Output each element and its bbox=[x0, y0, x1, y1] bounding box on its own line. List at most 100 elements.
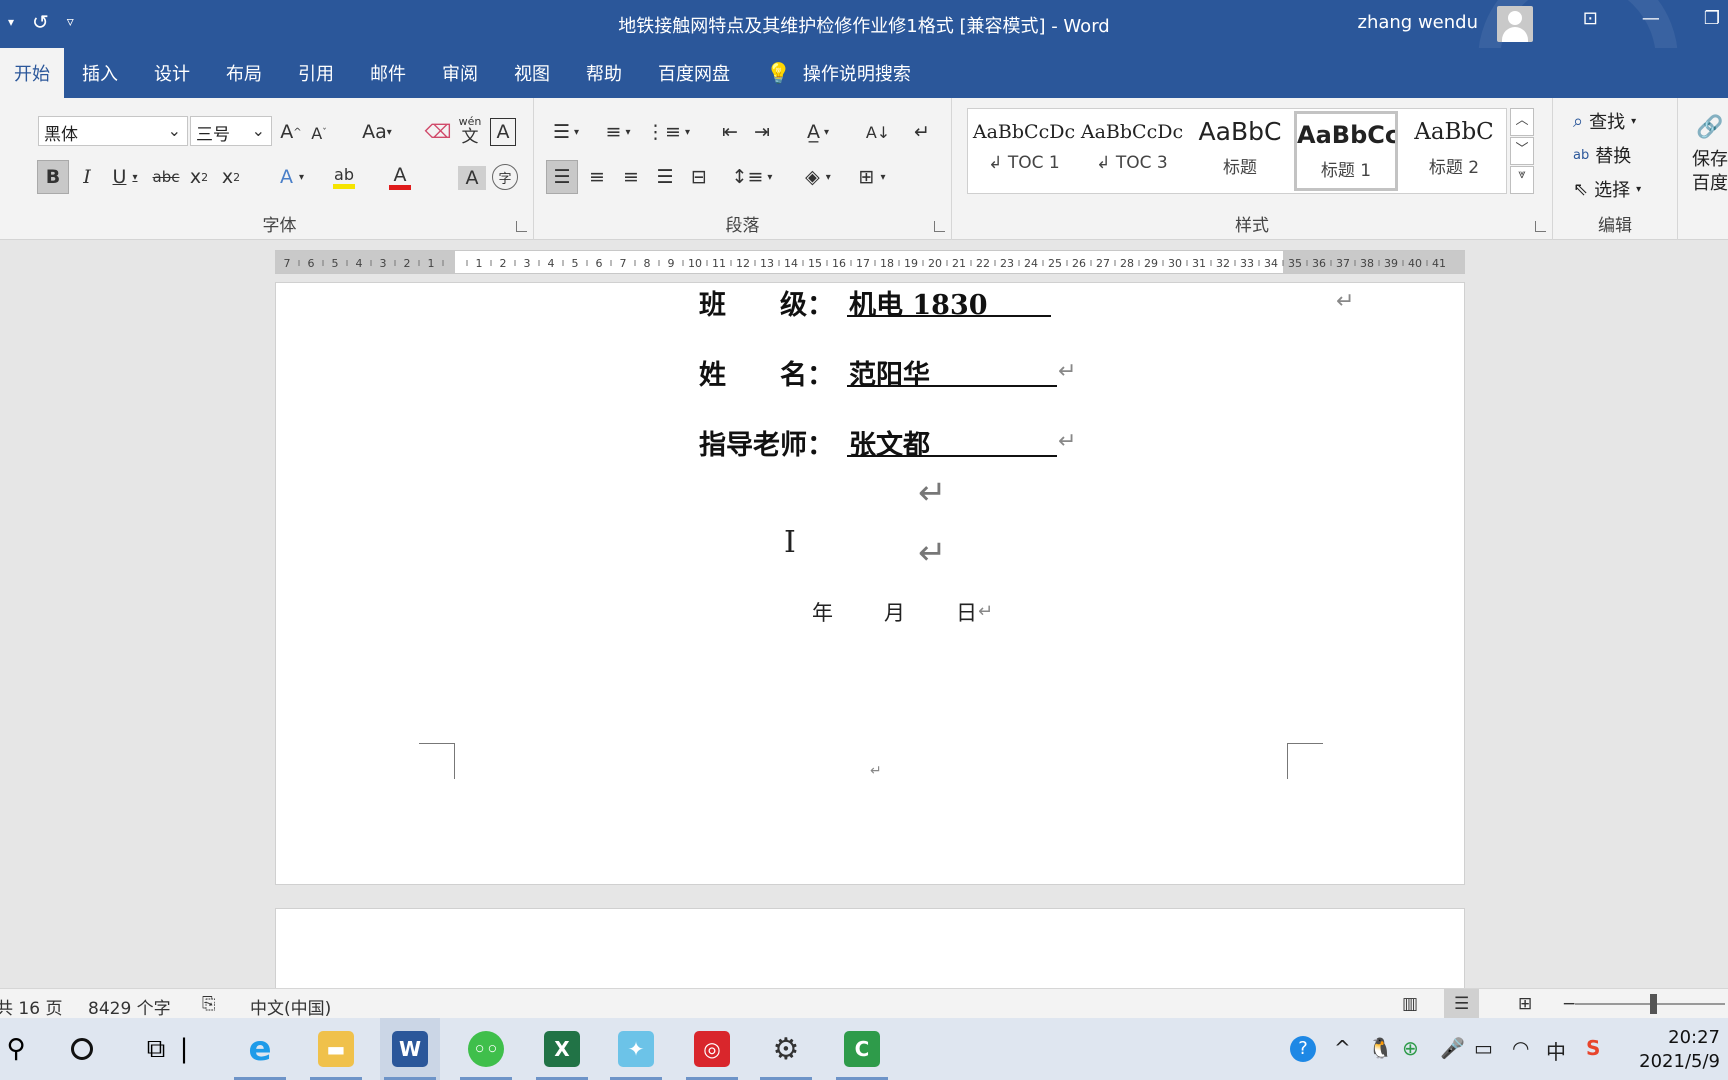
subscript-button[interactable]: x2 bbox=[184, 160, 214, 194]
battery-icon[interactable]: ▭ bbox=[1474, 1036, 1493, 1060]
ime-indicator[interactable]: 中 bbox=[1546, 1036, 1566, 1065]
settings-gear-icon[interactable]: ⚙ bbox=[756, 1018, 816, 1080]
highlight-button[interactable]: ab bbox=[322, 160, 366, 194]
find-button[interactable]: ⌕ 查找 ▾ bbox=[1573, 108, 1636, 134]
replace-button[interactable]: ab 替换 bbox=[1573, 142, 1631, 168]
avatar[interactable] bbox=[1497, 6, 1533, 42]
proofing-icon[interactable]: ⎘ bbox=[202, 994, 216, 1014]
font-color-button[interactable]: A bbox=[378, 160, 422, 194]
excel-app-icon[interactable]: X bbox=[532, 1018, 592, 1080]
italic-button[interactable]: I bbox=[72, 160, 102, 194]
shield-icon[interactable]: ⊕ bbox=[1402, 1036, 1419, 1060]
camtasia-icon[interactable]: C bbox=[832, 1018, 892, 1080]
file-explorer-icon[interactable]: ▬ bbox=[306, 1018, 366, 1080]
gallery-up-icon[interactable]: ︿ bbox=[1510, 108, 1534, 136]
strikethrough-button[interactable]: abc bbox=[150, 160, 182, 194]
shrink-font-button[interactable]: Aˇ bbox=[306, 120, 332, 146]
ie-icon[interactable]: e bbox=[230, 1018, 290, 1080]
show-marks-button[interactable]: ↵ bbox=[908, 118, 936, 146]
gallery-more-icon[interactable]: ⩔ bbox=[1510, 166, 1534, 194]
font-name-combo[interactable]: 黑体 ⌄ bbox=[38, 116, 188, 146]
tab-design[interactable]: 设计 bbox=[136, 48, 208, 98]
underline-button[interactable]: U ▾ bbox=[104, 160, 146, 194]
tell-me-search[interactable]: 💡 操作说明搜索 bbox=[748, 48, 929, 98]
word-app-icon[interactable]: W bbox=[380, 1018, 440, 1080]
help-icon[interactable]: ? bbox=[1290, 1036, 1316, 1062]
photos-app-icon[interactable]: ✦ bbox=[606, 1018, 666, 1080]
grow-font-button[interactable]: A ^ bbox=[278, 118, 304, 146]
word-count[interactable]: 8429 个字 bbox=[88, 994, 171, 1019]
tab-mailings[interactable]: 邮件 bbox=[352, 48, 424, 98]
zoom-slider-thumb[interactable] bbox=[1650, 994, 1657, 1014]
shading-button[interactable]: ◈ ▾ bbox=[794, 160, 842, 194]
decrease-indent-button[interactable]: ⇤ bbox=[716, 118, 744, 146]
align-left-button[interactable]: ☰ bbox=[546, 160, 578, 194]
text-effects-button[interactable]: A ▾ bbox=[272, 160, 312, 194]
qq-icon[interactable]: 🐧 bbox=[1368, 1036, 1393, 1060]
tab-view[interactable]: 视图 bbox=[496, 48, 568, 98]
web-layout-icon[interactable]: ⊞ bbox=[1518, 994, 1532, 1014]
font-size-combo[interactable]: 三号 ⌄ bbox=[190, 116, 272, 146]
select-button[interactable]: ⇖ 选择 ▾ bbox=[1573, 176, 1641, 202]
baidu-save-button[interactable]: 🔗 保存 百度 bbox=[1690, 108, 1728, 208]
numbering-button[interactable]: ≡ ▾ bbox=[596, 118, 640, 146]
document-page[interactable]: 班 级： 机电 1830 ↵ 姓 名： 范阳华 ↵ 指导老师： 张文都 ↵ ↵ … bbox=[275, 282, 1465, 885]
tab-home[interactable]: 开始 bbox=[0, 48, 64, 98]
ruler-number: 34 bbox=[1264, 257, 1278, 270]
asian-layout-button[interactable]: A̲ ▾ bbox=[796, 118, 840, 146]
superscript-button[interactable]: x2 bbox=[216, 160, 246, 194]
document-page-2[interactable] bbox=[275, 908, 1465, 988]
tab-insert[interactable]: 插入 bbox=[64, 48, 136, 98]
line-spacing-button[interactable]: ↕≡ ▾ bbox=[730, 160, 774, 194]
cortana-icon[interactable] bbox=[52, 1018, 112, 1080]
tab-references[interactable]: 引用 bbox=[280, 48, 352, 98]
system-clock[interactable]: 20:27 2021/5/9 bbox=[1639, 1026, 1720, 1074]
horizontal-ruler[interactable]: 7 6 5 4 3 2 1 1 2 3 4 5 6 7 8 9 10 11 12 13 14 15 16 17 18 19 20 21… bbox=[275, 250, 1465, 274]
wifi-icon[interactable]: ◠ bbox=[1512, 1036, 1529, 1060]
character-border-button[interactable]: A bbox=[490, 118, 516, 146]
phonetic-guide-button[interactable]: wén 文 bbox=[456, 114, 484, 148]
search-icon[interactable]: ⚲ bbox=[0, 1018, 46, 1080]
change-case-button[interactable]: Aa ▾ bbox=[356, 118, 398, 146]
tab-baidu-netdisk[interactable]: 百度网盘 bbox=[640, 48, 748, 98]
enclose-characters-button[interactable]: 字 bbox=[492, 164, 518, 190]
font-dialog-launcher[interactable] bbox=[516, 221, 527, 232]
minimize-icon[interactable]: — bbox=[1642, 8, 1660, 29]
sort-button[interactable]: A↓ bbox=[864, 118, 892, 146]
justify-button[interactable]: ☰ bbox=[650, 160, 680, 194]
style-toc3[interactable]: AaBbCcDc ↲ TOC 3 bbox=[1080, 111, 1184, 191]
style-heading2[interactable]: AaBbC 标题 2 bbox=[1402, 111, 1506, 191]
tab-help[interactable]: 帮助 bbox=[568, 48, 640, 98]
netease-music-icon[interactable]: ◎ bbox=[682, 1018, 742, 1080]
tab-layout[interactable]: 布局 bbox=[208, 48, 280, 98]
align-center-button[interactable]: ≡ bbox=[582, 160, 612, 194]
style-heading1[interactable]: AaBbCc 标题 1 bbox=[1294, 111, 1398, 191]
distributed-button[interactable]: ⊟ bbox=[684, 160, 714, 194]
align-right-button[interactable]: ≡ bbox=[616, 160, 646, 194]
tray-expand-icon[interactable]: ^ bbox=[1334, 1036, 1351, 1060]
character-shading-button[interactable]: A bbox=[458, 166, 486, 190]
styles-dialog-launcher[interactable] bbox=[1535, 221, 1546, 232]
ribbon-display-icon[interactable]: ⊡ bbox=[1583, 8, 1598, 29]
bold-button[interactable]: B bbox=[37, 160, 69, 194]
clear-formatting-button[interactable]: ⌫ bbox=[424, 118, 452, 146]
paragraph-dialog-launcher[interactable] bbox=[934, 221, 945, 232]
gallery-down-icon[interactable]: ﹀ bbox=[1510, 137, 1534, 165]
style-title[interactable]: AaBbC 标题 bbox=[1188, 111, 1292, 191]
print-layout-icon[interactable]: ☰ bbox=[1444, 989, 1480, 1019]
microphone-icon[interactable]: 🎤 bbox=[1440, 1036, 1465, 1060]
tab-review[interactable]: 审阅 bbox=[424, 48, 496, 98]
wechat-icon[interactable]: ◦◦ bbox=[456, 1018, 516, 1080]
borders-button[interactable]: ⊞ ▾ bbox=[848, 160, 896, 194]
read-mode-icon[interactable]: ▥ bbox=[1402, 994, 1418, 1014]
language-indicator[interactable]: 中文(中国) bbox=[250, 994, 331, 1019]
bullets-button[interactable]: ☰ ▾ bbox=[544, 118, 588, 146]
increase-indent-button[interactable]: ⇥ bbox=[748, 118, 776, 146]
restore-icon[interactable]: ❐ bbox=[1704, 8, 1720, 29]
style-toc1[interactable]: AaBbCcDc ↲ TOC 1 bbox=[972, 111, 1076, 191]
sogou-ime-icon[interactable]: S bbox=[1586, 1036, 1600, 1060]
user-name[interactable]: zhang wendu bbox=[1358, 12, 1478, 33]
page-count[interactable]: 共 16 页 bbox=[0, 994, 62, 1019]
ruler-number: 28 bbox=[1120, 257, 1134, 270]
multilevel-list-button[interactable]: ⋮≡ ▾ bbox=[646, 118, 690, 146]
